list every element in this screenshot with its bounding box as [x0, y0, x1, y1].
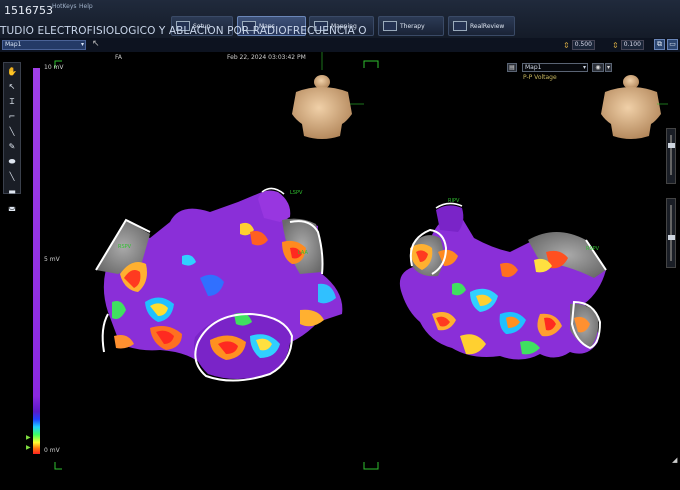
spin-box-1-value[interactable]: 0.500 — [571, 40, 595, 50]
menu-hotkeys[interactable]: HotKeys — [52, 3, 77, 10]
left-atrium-map-posterior — [399, 202, 607, 360]
brush-icon[interactable]: ╲ — [5, 171, 19, 183]
spin-box-2-value[interactable]: 0.100 — [620, 40, 644, 50]
spin-box-2[interactable]: ⇕ 0.100 — [612, 40, 644, 50]
hand-icon[interactable]: ✋ — [5, 66, 19, 78]
map-viewport[interactable]: RSPV LSPV LAA RIPV RSPV — [0, 52, 680, 490]
study-title: TUDIO ELECTROFISIOLOGICO Y ABLACION POR … — [0, 25, 367, 37]
map-dropdown[interactable]: Map1 ▾ — [522, 63, 588, 72]
segment-icon[interactable]: ⌐ — [5, 111, 19, 123]
marker-label: LSPV — [290, 190, 303, 196]
marker-label: RSPV — [586, 246, 600, 252]
chevron-down-icon: ▾ — [80, 41, 84, 48]
chevron-down-icon[interactable]: ▾ — [605, 63, 612, 72]
torso-front-icon — [292, 75, 352, 139]
scale-mid-label: 5 mV — [44, 256, 60, 263]
left-atrium-map-anterior — [95, 187, 343, 382]
zoom-slider[interactable] — [666, 128, 676, 184]
scale-bottom-label: 0 mV — [44, 447, 60, 454]
scale-top-label: 10 mV — [44, 64, 64, 71]
voltage-color-scale — [33, 68, 40, 454]
ellipse-icon[interactable]: ⬬ — [5, 156, 19, 168]
updown-icon: ⇕ — [563, 40, 570, 50]
tab-realreview[interactable]: RealReview — [448, 16, 515, 36]
torso-back-icon — [601, 75, 661, 139]
map-select[interactable]: Map1 ▾ — [2, 40, 86, 50]
scale-low-pointer-icon[interactable]: ▶ — [26, 444, 31, 451]
anatomical-maps: RSPV LSPV LAA RIPV RSPV — [54, 52, 668, 470]
pen-icon[interactable]: ✎ — [5, 141, 19, 153]
therapy-icon — [383, 21, 397, 31]
marker-label: RSPV — [118, 244, 132, 250]
car-icon[interactable]: ◛ — [5, 201, 19, 213]
updown-icon: ⇕ — [612, 40, 619, 50]
cursor-icon: ↖ — [92, 39, 100, 49]
layers-icon[interactable]: ▤ — [507, 63, 517, 72]
spin-box-1[interactable]: ⇕ 0.500 — [563, 40, 595, 50]
map-select-value: Map1 — [5, 41, 22, 48]
depth-slider[interactable] — [666, 198, 676, 268]
tab-realreview-label: RealReview — [470, 22, 505, 30]
chip-icon[interactable]: ▬ — [5, 186, 19, 198]
scale-high-pointer-icon[interactable]: ▶ — [26, 434, 31, 441]
resize-grip-icon[interactable]: ◢ — [672, 456, 677, 464]
line-icon[interactable]: ╲ — [5, 126, 19, 138]
map-dropdown-value: Map1 — [525, 64, 542, 71]
map-type-label: P-P Voltage — [523, 74, 557, 81]
view-buttons: ⧉ ▭ — [654, 39, 678, 50]
menu-help[interactable]: Help — [79, 3, 93, 10]
chamber-label: FA — [115, 54, 123, 61]
window-restore-icon[interactable]: ▭ — [667, 39, 678, 50]
ibeam-icon[interactable]: Ɪ — [5, 96, 19, 108]
tab-therapy-label: Therapy — [400, 22, 425, 30]
case-id: 1516753 — [4, 4, 53, 17]
marker-label: LAA — [298, 250, 308, 256]
marker-label: RIPV — [448, 198, 460, 204]
realreview-icon — [453, 21, 467, 31]
window-toggle-icon[interactable]: ⧉ — [654, 39, 665, 50]
top-bar: 1516753 HotKeys Help Setup Maps Mapping … — [0, 0, 680, 38]
tool-palette: ✋ ↖ Ɪ ⌐ ╲ ✎ ⬬ ╲ ▬ ◛ — [3, 62, 21, 211]
chevron-down-icon: ▾ — [582, 64, 586, 71]
tab-therapy[interactable]: Therapy — [378, 16, 444, 36]
eye-icon[interactable]: ◉ — [592, 63, 604, 72]
pointer-icon[interactable]: ↖ — [5, 81, 19, 93]
timestamp: Feb 22, 2024 03:03:42 PM — [227, 54, 306, 61]
